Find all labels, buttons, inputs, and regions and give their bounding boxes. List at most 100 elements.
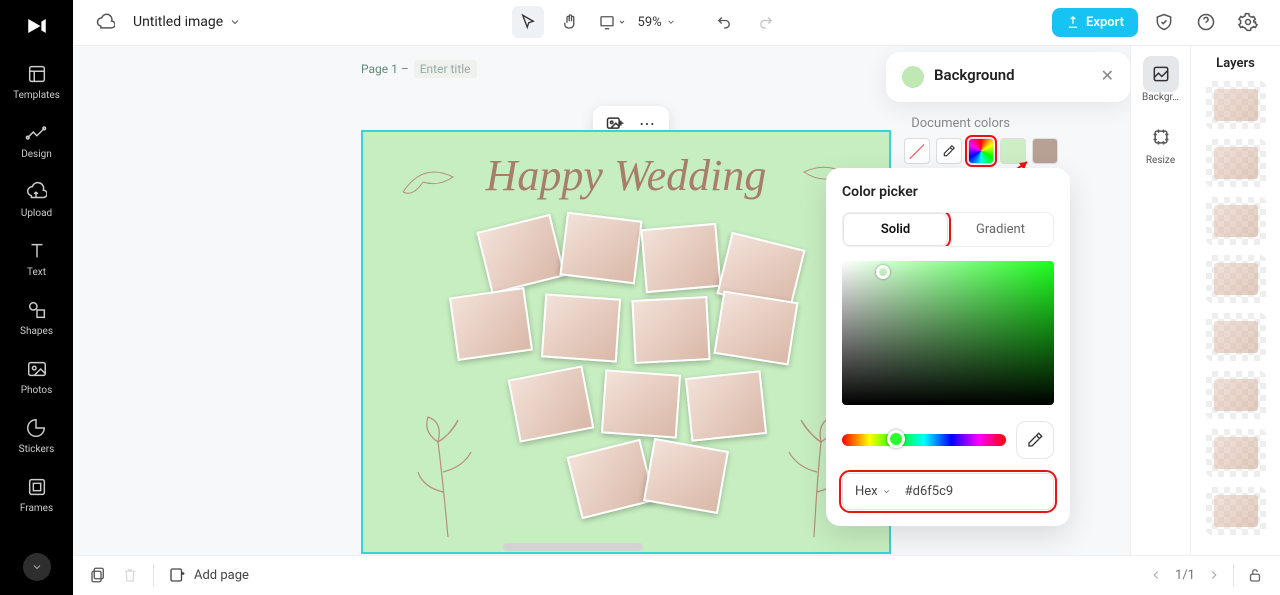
sidebar-item-frames[interactable]: Frames [20,475,53,514]
current-bg-swatch [902,66,924,88]
shield-icon[interactable] [1148,6,1180,38]
right-rail-background[interactable]: Backgr… [1142,56,1179,103]
page-label: Page 1 – Enter title [361,62,477,76]
hue-handle[interactable] [887,430,905,448]
photo-tile[interactable] [449,287,533,361]
photo-tile[interactable] [713,290,798,365]
tab-solid[interactable]: Solid [843,213,948,246]
undo-button[interactable] [708,6,740,38]
zoom-value: 59% [638,15,662,30]
right-rail: Backgr… Resize [1130,46,1190,555]
tab-gradient[interactable]: Gradient [948,213,1053,246]
right-rail-label: Resize [1146,155,1175,166]
prev-page-button[interactable] [1149,568,1163,582]
layer-thumb[interactable] [1206,429,1266,477]
pages-icon[interactable] [89,566,107,584]
layers-title: Layers [1216,56,1255,71]
swatch-taupe[interactable] [1032,138,1058,164]
photo-tile[interactable] [559,211,642,284]
sidebar-more-button[interactable] [23,553,51,581]
sidebar-item-design[interactable]: Design [21,121,52,160]
photo-tile[interactable] [640,222,721,292]
export-button[interactable]: Export [1052,8,1138,37]
color-format-selector[interactable]: Hex [855,484,891,499]
horizontal-scrollbar[interactable] [503,543,643,551]
sidebar-label: Shapes [20,326,53,337]
fit-view[interactable] [596,6,628,38]
document-title[interactable]: Untitled image [133,14,241,30]
stickers-icon [24,416,48,440]
hex-input-row[interactable]: Hex #d6f5c9 [842,473,1054,510]
photo-tile[interactable] [685,370,767,442]
right-rail-label: Backgr… [1142,92,1179,103]
zoom-control[interactable]: 59% [638,15,676,30]
close-icon[interactable]: ✕ [1101,66,1114,85]
right-rail-resize[interactable]: Resize [1143,119,1179,166]
photo-tile[interactable] [541,293,621,362]
photo-tile[interactable] [476,213,565,293]
layers-panel: Layers [1190,46,1280,555]
page-title-input[interactable]: Enter title [414,60,477,78]
sidebar-item-stickers[interactable]: Stickers [19,416,55,455]
swatch-none[interactable] [904,138,930,164]
eyedropper-button[interactable] [1016,421,1054,459]
capcut-logo-icon [23,12,51,40]
redo-button[interactable] [750,6,782,38]
sidebar-item-text[interactable]: Text [25,239,49,278]
delete-page-icon[interactable] [121,566,139,584]
background-panel: Background ✕ [886,52,1130,102]
layer-thumb[interactable] [1206,81,1266,129]
sidebar-label: Text [27,267,46,278]
sidebar-label: Frames [20,503,53,514]
layer-thumb[interactable] [1206,139,1266,187]
help-icon[interactable] [1190,6,1222,38]
sidebar-label: Photos [21,385,53,396]
chevron-down-icon [882,487,891,496]
color-picker-panel: Color picker Solid Gradient Hex [826,168,1070,526]
chevron-down-icon [229,16,241,28]
sidebar-item-upload[interactable]: Upload [21,180,52,219]
add-page-icon [168,566,186,584]
templates-icon [25,62,49,86]
layer-thumb[interactable] [1206,487,1266,535]
sidebar-label: Upload [21,208,52,219]
color-format-label: Hex [855,484,878,499]
canvas-area[interactable]: Page 1 – Enter title ⋯ ⋯ Happy Wedding [73,46,1130,555]
text-icon [25,239,49,263]
topbar: Untitled image 59% Export [73,0,1280,46]
layer-thumb[interactable] [1206,371,1266,419]
cloud-sync-icon[interactable] [89,6,121,38]
design-icon [24,121,48,145]
layer-thumb[interactable] [1206,197,1266,245]
bird-decoration-left[interactable] [393,152,473,212]
sidebar-item-templates[interactable]: Templates [13,62,60,101]
shapes-icon [25,298,49,322]
photo-tile[interactable] [643,437,729,513]
hex-value[interactable]: #d6f5c9 [905,484,954,499]
hand-tool[interactable] [554,6,586,38]
design-canvas[interactable]: Happy Wedding [361,130,891,554]
settings-icon[interactable] [1232,6,1264,38]
workarea: Page 1 – Enter title ⋯ ⋯ Happy Wedding [73,46,1280,555]
saturation-value-field[interactable] [842,261,1054,405]
photo-tile[interactable] [566,438,655,518]
sv-handle[interactable] [876,265,890,279]
photo-tile[interactable] [631,296,710,364]
next-page-button[interactable] [1207,568,1221,582]
photo-tile[interactable] [601,369,681,438]
layer-thumb[interactable] [1206,255,1266,303]
photo-collage[interactable] [443,222,813,542]
hue-slider[interactable] [842,434,1006,446]
photo-tile[interactable] [508,365,595,442]
app-logo[interactable] [17,6,57,46]
background-panel-title: Background [934,66,1091,84]
add-page-button[interactable]: Add page [168,566,249,584]
layer-thumb[interactable] [1206,313,1266,361]
sidebar-item-shapes[interactable]: Shapes [20,298,53,337]
sidebar-item-photos[interactable]: Photos [21,357,53,396]
swatch-eyedropper[interactable] [936,138,962,164]
document-colors-label: Document colors [911,116,1010,131]
select-tool[interactable] [512,6,544,38]
photos-icon [25,357,49,381]
lock-icon[interactable] [1246,566,1264,584]
